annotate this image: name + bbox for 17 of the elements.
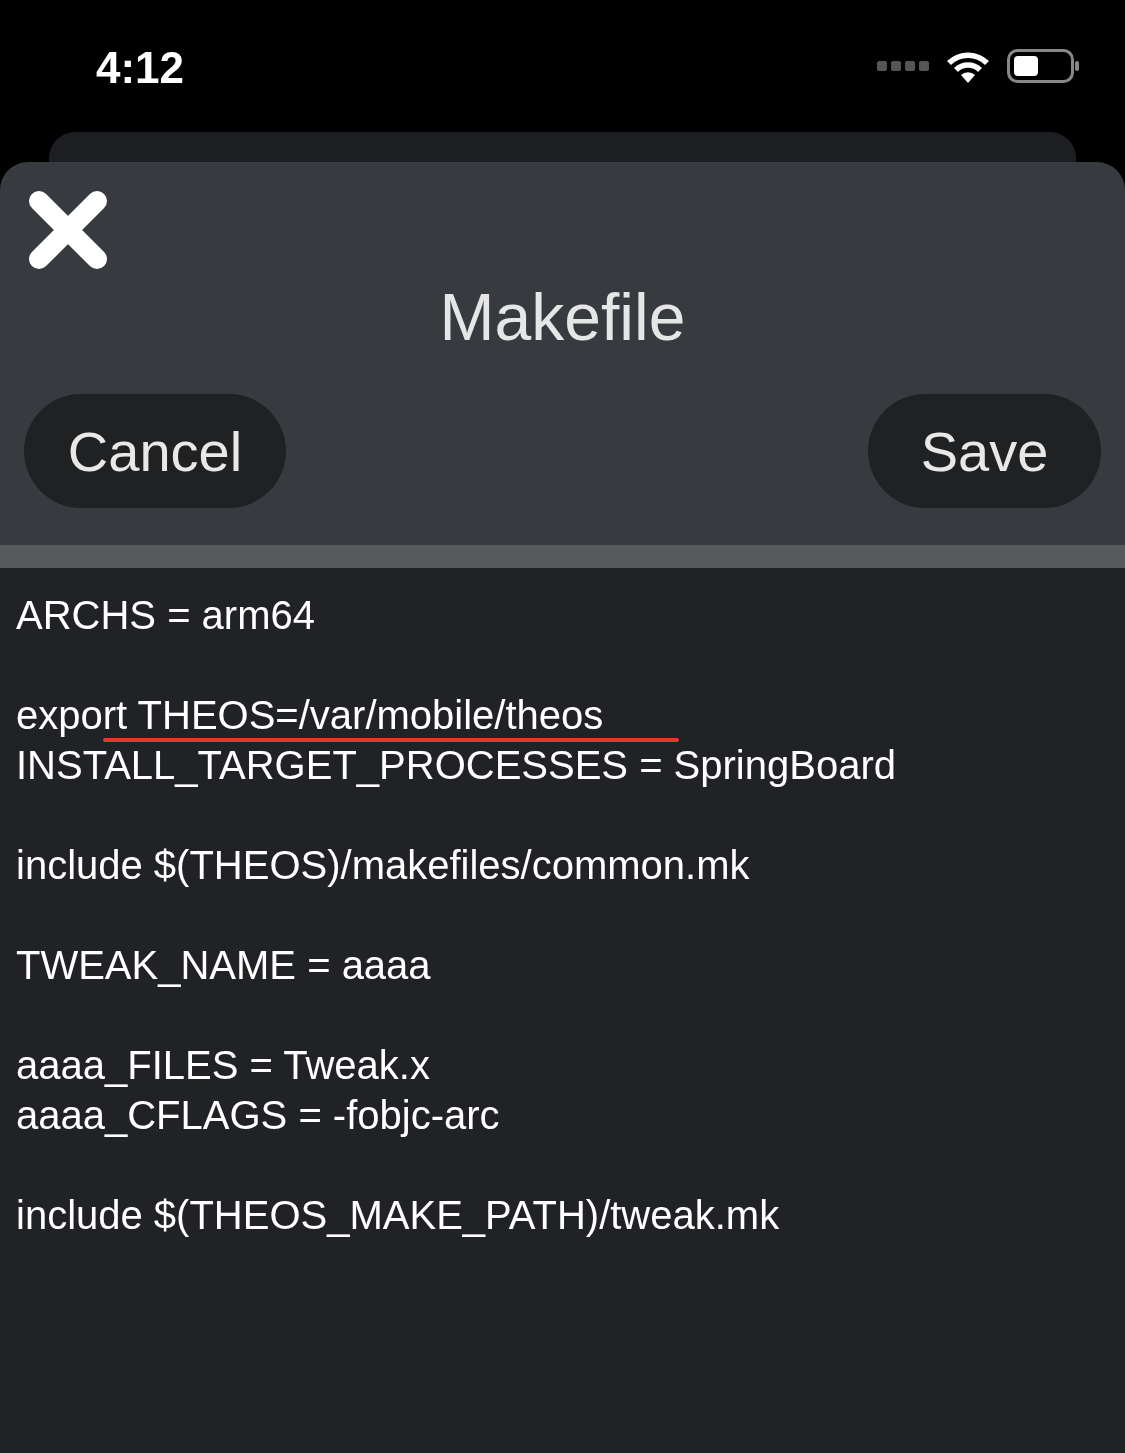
- code-line: export THEOS=/var/mobile/theos: [16, 693, 604, 737]
- code-editor[interactable]: [0, 568, 1125, 1453]
- code-line: aaaa_FILES = Tweak.x: [16, 1043, 430, 1087]
- code-line: include $(THEOS)/makefiles/common.mk: [16, 843, 750, 887]
- battery-icon: [1007, 49, 1079, 83]
- code-line: TWEAK_NAME = aaaa: [16, 943, 431, 987]
- close-icon[interactable]: [28, 190, 108, 270]
- cancel-button[interactable]: Cancel: [24, 394, 286, 508]
- code-line: INSTALL_TARGET_PROCESSES = SpringBoard: [16, 743, 896, 787]
- code-line: ARCHS = arm64: [16, 593, 315, 637]
- status-time: 4:12: [96, 43, 186, 93]
- code-line: include $(THEOS_MAKE_PATH)/tweak.mk: [16, 1193, 780, 1237]
- save-button[interactable]: Save: [868, 394, 1101, 508]
- wifi-icon: [945, 49, 991, 83]
- sheet-title: Makefile: [439, 280, 686, 354]
- code-line: aaaa_CFLAGS = -fobjc-arc: [16, 1093, 500, 1137]
- signal-icon: [877, 61, 929, 71]
